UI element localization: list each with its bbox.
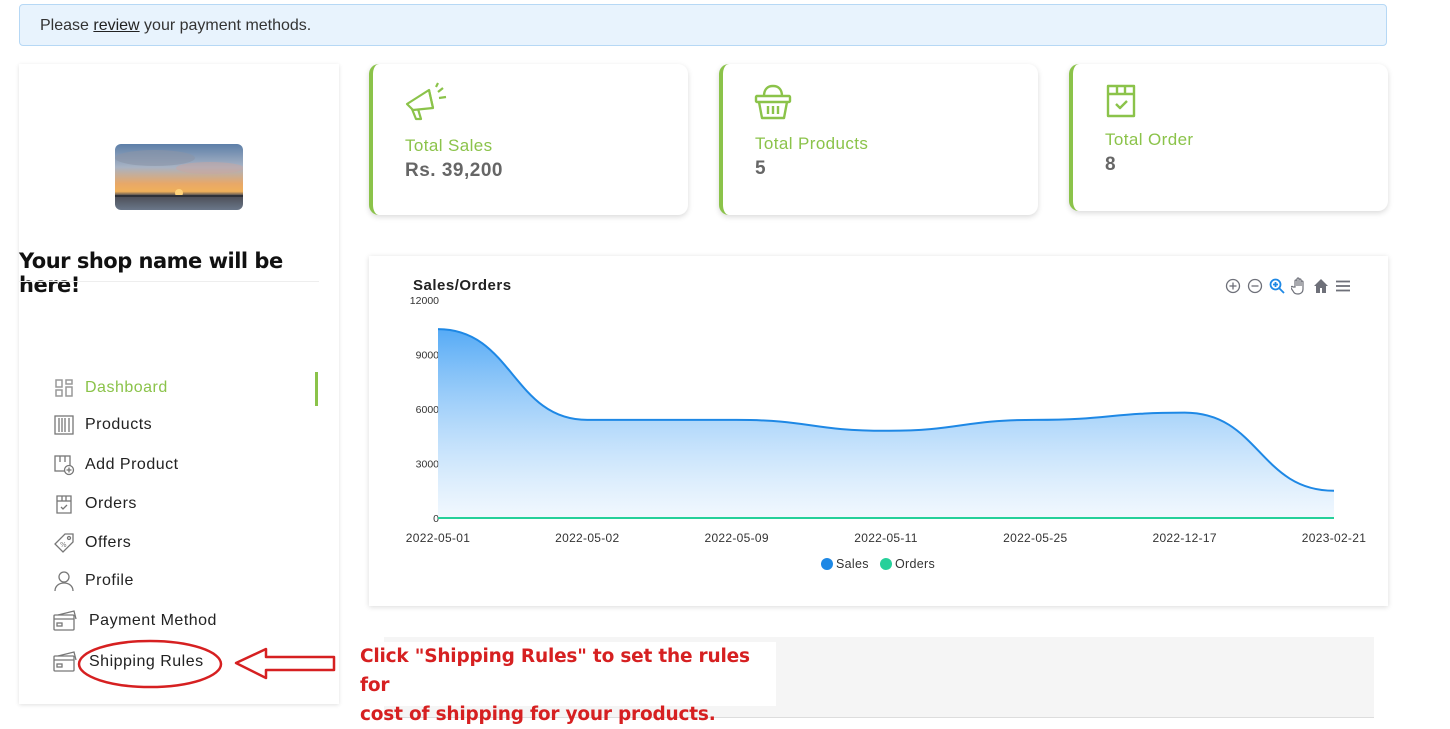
alert-suffix: your payment methods.	[140, 17, 312, 34]
x-tick-label: 2022-05-01	[406, 531, 470, 545]
sidebar-item-label: Offers	[85, 534, 131, 552]
stat-card-total-products: Total Products 5	[719, 64, 1038, 215]
sidebar-item-dashboard[interactable]: Dashboard	[53, 373, 168, 403]
legend-marker	[880, 558, 892, 570]
alert-prefix: Please	[40, 17, 93, 34]
card-value: 8	[1105, 154, 1116, 176]
box-check-icon	[1103, 82, 1139, 125]
payment-alert: Please review your payment methods.	[19, 4, 1387, 46]
arrow-left-icon	[236, 649, 334, 678]
sunset-image	[115, 144, 243, 210]
card-value: Rs. 39,200	[405, 160, 503, 182]
y-tick-label: 6000	[416, 404, 440, 416]
sidebar-item-label: Orders	[85, 495, 137, 513]
card-label: Total Sales	[405, 136, 493, 156]
divider	[19, 281, 319, 282]
x-tick-label: 2022-12-17	[1152, 531, 1216, 545]
active-indicator	[315, 372, 318, 406]
y-tick-label: 12000	[410, 295, 439, 307]
x-tick-label: 2022-05-09	[704, 531, 768, 545]
add-box-icon	[53, 454, 75, 476]
review-link[interactable]: review	[93, 17, 139, 34]
sidebar-item-profile[interactable]: Profile	[53, 566, 134, 596]
y-tick-label: 9000	[416, 350, 440, 362]
legend-marker	[821, 558, 833, 570]
annotation-overlay	[40, 620, 380, 700]
user-icon	[53, 570, 75, 592]
sales-area	[438, 329, 1334, 518]
annotation-text: Click "Shipping Rules" to set the rules …	[356, 642, 776, 706]
sidebar-item-offers[interactable]: % Offers	[53, 528, 131, 558]
annotation-line: Click "Shipping Rules" to set the rules …	[360, 642, 776, 700]
sidebar-item-label: Dashboard	[85, 379, 168, 397]
x-tick-label: 2023-02-21	[1302, 531, 1366, 545]
card-label: Total Products	[755, 134, 868, 154]
legend-label: Orders	[895, 557, 935, 571]
y-tick-label: 3000	[416, 459, 440, 471]
sidebar: Your shop name will be here! Dashboard P…	[19, 64, 339, 704]
annotation-line: cost of shipping for your products.	[360, 700, 776, 729]
svg-text:%: %	[60, 541, 67, 549]
stat-card-total-order: Total Order 8	[1069, 64, 1388, 211]
sidebar-item-add-product[interactable]: Add Product	[53, 450, 179, 480]
highlight-ellipse	[79, 641, 221, 687]
sidebar-item-label: Profile	[85, 572, 134, 590]
sidebar-item-label: Add Product	[85, 456, 179, 474]
sidebar-item-products[interactable]: Products	[53, 410, 152, 440]
card-label: Total Order	[1105, 130, 1194, 150]
shop-name: Your shop name will be here!	[19, 249, 339, 297]
basket-icon	[753, 82, 793, 127]
megaphone-icon	[403, 82, 449, 127]
sidebar-item-orders[interactable]: Orders	[53, 489, 137, 519]
x-tick-label: 2022-05-11	[854, 531, 918, 545]
tag-icon: %	[53, 532, 75, 554]
stat-card-total-sales: Total Sales Rs. 39,200	[369, 64, 688, 215]
card-value: 5	[755, 158, 766, 180]
shop-image	[115, 144, 243, 210]
sales-orders-chart: Sales/Orders 0300060009000120002022-05-0…	[369, 256, 1388, 606]
x-tick-label: 2022-05-25	[1003, 531, 1067, 545]
box-check-icon	[53, 493, 75, 515]
barcode-icon	[53, 414, 75, 436]
grid-icon	[53, 377, 75, 399]
chart-plot: 0300060009000120002022-05-012022-05-0220…	[369, 256, 1388, 606]
x-tick-label: 2022-05-02	[555, 531, 619, 545]
legend-label: Sales	[836, 557, 869, 571]
sidebar-item-label: Products	[85, 416, 152, 434]
